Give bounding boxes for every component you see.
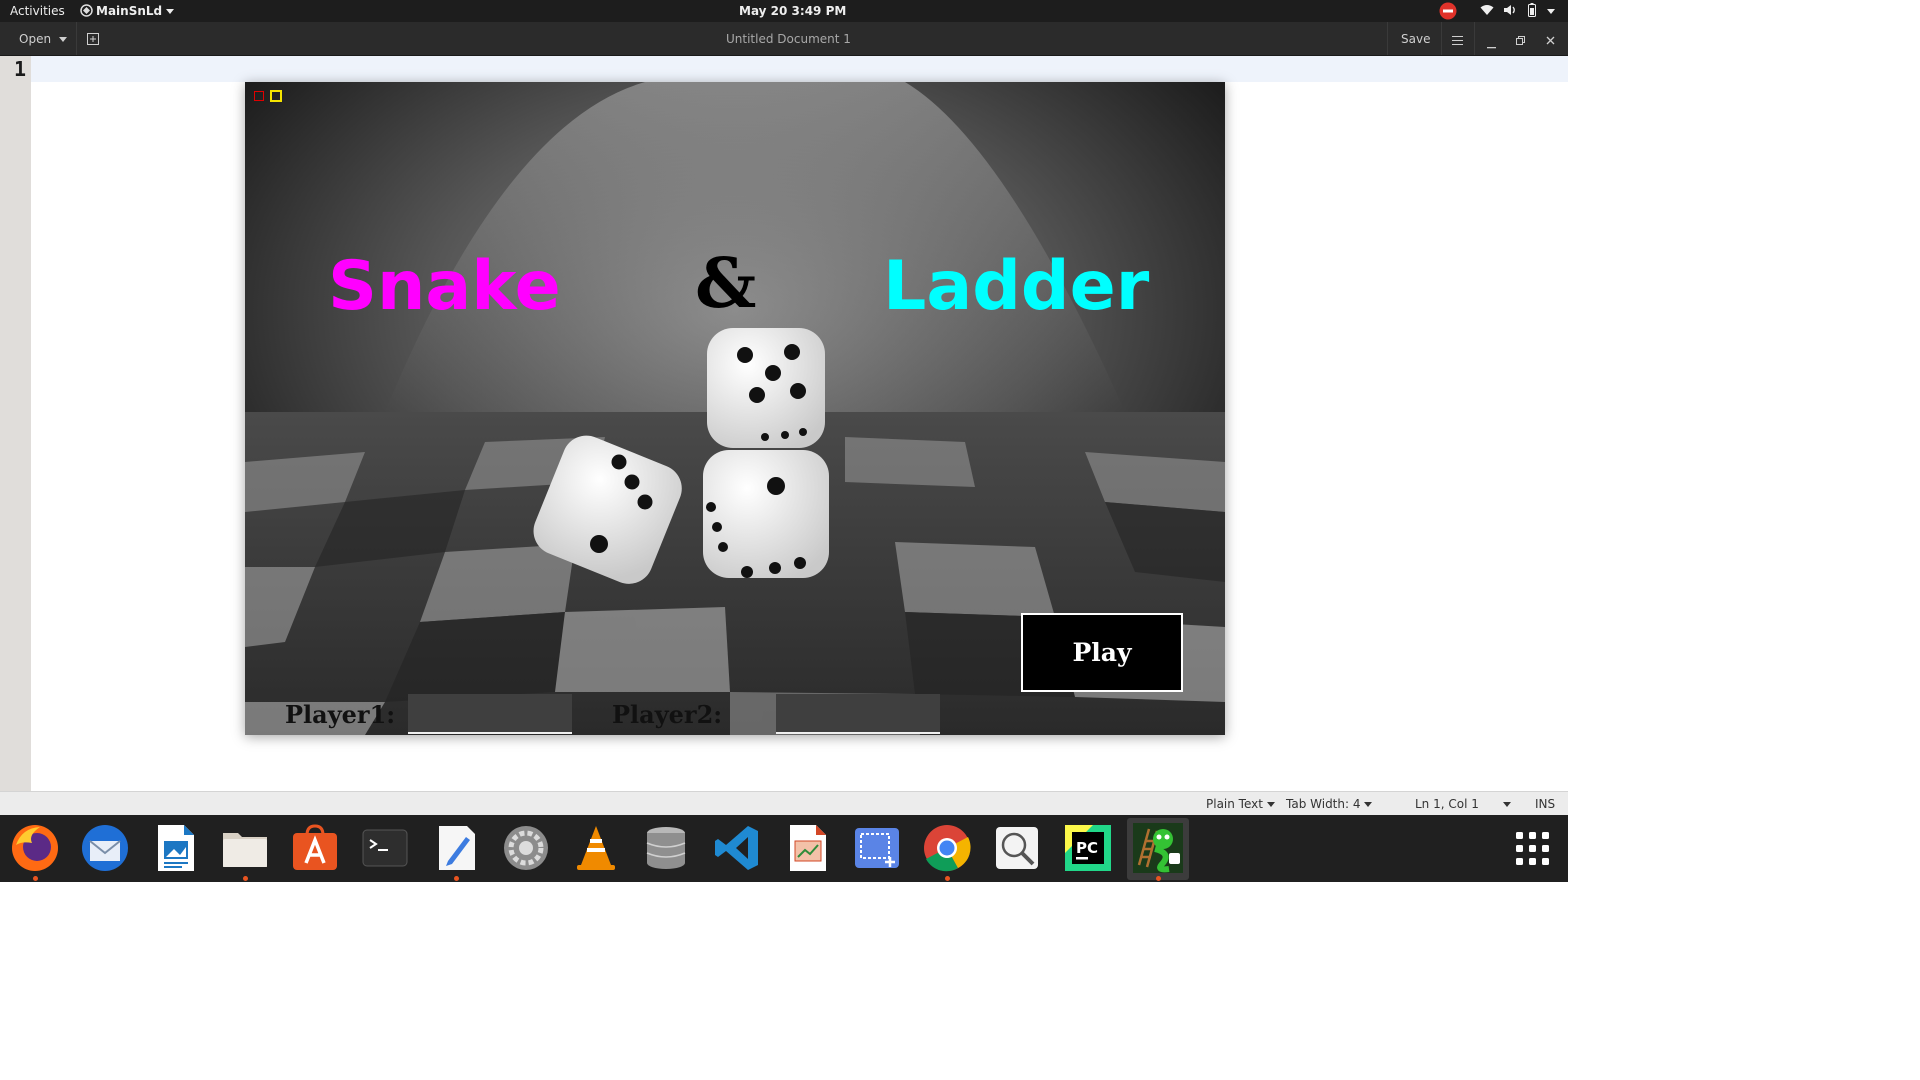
chevron-down-icon: [1364, 802, 1373, 807]
player2-input[interactable]: [776, 694, 940, 734]
top-bar: Activities MainSnLd May 20 3:49 PM: [0, 0, 1568, 22]
close-icon[interactable]: [1546, 34, 1555, 48]
writer-icon[interactable]: [150, 823, 200, 873]
line-number: 1: [14, 57, 27, 81]
chevron-down-icon: [166, 9, 175, 14]
running-indicator: [1156, 876, 1161, 881]
chevron-down-icon: [58, 37, 67, 42]
app-menu-label: MainSnLd: [96, 4, 163, 18]
language-label: Plain Text: [1206, 797, 1263, 811]
tk-close-indicator-icon[interactable]: [254, 91, 264, 101]
vscode-icon[interactable]: [712, 823, 762, 873]
title-ladder: Ladder: [883, 247, 1150, 326]
files-icon[interactable]: [220, 823, 270, 873]
open-button-label: Open: [19, 32, 52, 46]
clock[interactable]: May 20 3:49 PM: [739, 4, 846, 18]
image-viewer-icon[interactable]: [992, 823, 1042, 873]
database-icon[interactable]: [641, 823, 691, 873]
software-center-icon[interactable]: [290, 823, 340, 873]
restore-icon[interactable]: [1516, 34, 1525, 48]
position-chevron-icon[interactable]: [1503, 797, 1511, 811]
show-applications-icon[interactable]: [1515, 831, 1551, 867]
running-indicator: [33, 876, 38, 881]
title-snake: Snake: [328, 247, 561, 326]
snake-ladder-icon[interactable]: [1133, 823, 1183, 873]
save-button[interactable]: Save: [1401, 32, 1430, 46]
thunderbird-icon[interactable]: [80, 823, 130, 873]
screenshot-icon[interactable]: [852, 823, 902, 873]
title-ampersand: &: [695, 244, 757, 324]
gedit-headerbar: Open Untitled Document 1 Save: [0, 22, 1568, 56]
play-button[interactable]: Play: [1021, 613, 1183, 692]
new-tab-icon[interactable]: [87, 33, 99, 48]
impress-icon[interactable]: [782, 823, 832, 873]
hamburger-menu-icon[interactable]: [1452, 34, 1463, 48]
insert-mode: INS: [1535, 797, 1556, 811]
status-bar: Plain Text Tab Width: 4 Ln 1, Col 1 INS: [0, 791, 1568, 816]
system-menu-chevron-icon[interactable]: [1547, 4, 1555, 18]
running-indicator: [945, 876, 950, 881]
wifi-icon[interactable]: [1480, 4, 1494, 19]
volume-icon[interactable]: [1503, 4, 1517, 19]
settings-icon[interactable]: [501, 823, 551, 873]
tab-width-selector[interactable]: Tab Width: 4: [1286, 797, 1373, 811]
cursor-position[interactable]: Ln 1, Col 1: [1415, 797, 1479, 811]
language-selector[interactable]: Plain Text: [1206, 797, 1275, 811]
firefox-icon[interactable]: [10, 823, 60, 873]
open-button[interactable]: Open: [19, 32, 67, 46]
running-indicator: [243, 876, 248, 881]
activities-button[interactable]: Activities: [10, 4, 65, 18]
minimize-icon[interactable]: [1487, 38, 1496, 52]
running-indicator: [454, 876, 459, 881]
app-menu-button[interactable]: MainSnLd: [96, 4, 175, 18]
text-editor-icon[interactable]: [431, 823, 481, 873]
document-title: Untitled Document 1: [726, 32, 851, 46]
terminal-icon[interactable]: [360, 823, 410, 873]
do-not-disturb-icon[interactable]: [1439, 2, 1457, 23]
chevron-down-icon: [1266, 802, 1275, 807]
chrome-icon[interactable]: [922, 823, 972, 873]
player2-label: Player2:: [612, 700, 723, 729]
line-number-gutter: [0, 56, 31, 791]
app-menu-icon: [80, 4, 93, 20]
player1-input[interactable]: [408, 694, 572, 734]
pycharm-icon[interactable]: PC: [1063, 823, 1113, 873]
battery-icon[interactable]: [1528, 3, 1536, 20]
vlc-icon[interactable]: [571, 823, 621, 873]
player1-label: Player1:: [285, 700, 396, 729]
svg-text:PC: PC: [1076, 839, 1098, 857]
current-line-highlight[interactable]: [31, 56, 1568, 82]
tk-resize-indicator-icon[interactable]: [270, 90, 282, 102]
tab-width-label: Tab Width: 4: [1286, 797, 1361, 811]
